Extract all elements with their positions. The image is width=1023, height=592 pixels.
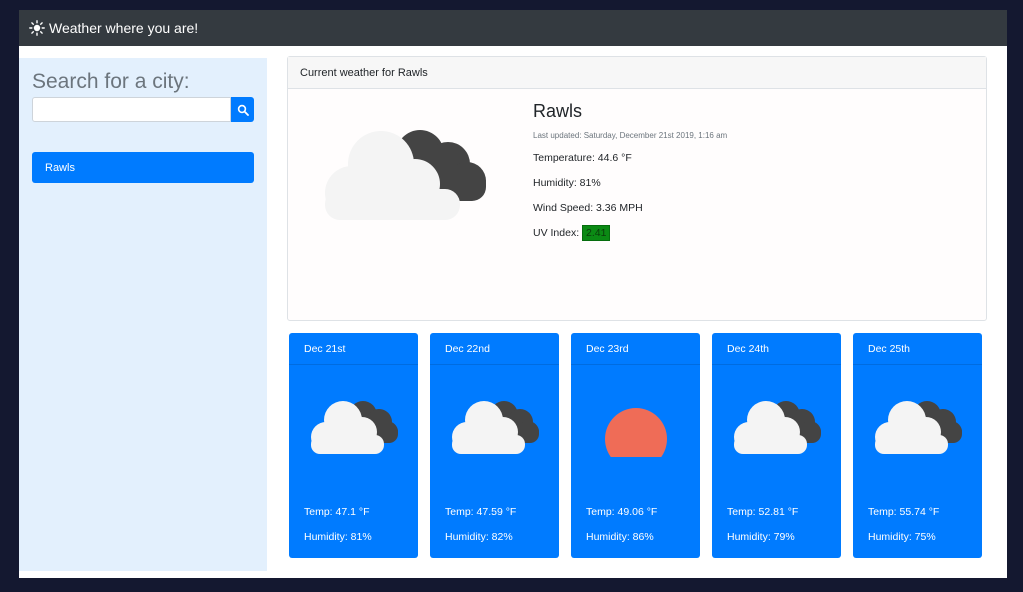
search-form	[32, 97, 254, 122]
sidebar: Search for a city: Rawls	[19, 58, 267, 571]
forecast-date: Dec 21st	[289, 333, 418, 365]
city-history-item[interactable]: Rawls	[32, 152, 254, 183]
forecast-date: Dec 23rd	[571, 333, 700, 365]
app-window: Weather where you are! Search for a city…	[19, 10, 1007, 578]
last-updated: Last updated: Saturday, December 21st 20…	[533, 131, 728, 140]
navbar-brand[interactable]: Weather where you are!	[49, 20, 198, 36]
forecast-humidity: Humidity: 79%	[727, 531, 795, 543]
cloudy-icon	[734, 401, 821, 454]
forecast-humidity: Humidity: 82%	[445, 531, 513, 543]
cloudy-icon	[452, 401, 539, 454]
cloudy-icon	[875, 401, 962, 454]
current-wind-speed: Wind Speed: 3.36 MPH	[533, 202, 643, 214]
navbar: Weather where you are!	[19, 10, 1007, 46]
forecast-temp: Temp: 49.06 °F	[586, 506, 658, 518]
forecast-card: Dec 24th Temp: 52.81 °F Humidity: 79%	[712, 333, 841, 558]
forecast-date: Dec 24th	[712, 333, 841, 365]
current-city-name: Rawls	[533, 101, 583, 121]
forecast-card: Dec 25th Temp: 55.74 °F Humidity: 75%	[853, 333, 982, 558]
forecast-humidity: Humidity: 75%	[868, 531, 936, 543]
city-history-label: Rawls	[45, 161, 75, 174]
forecast-date: Dec 25th	[853, 333, 982, 365]
city-search-input[interactable]	[32, 97, 231, 122]
current-humidity: Humidity: 81%	[533, 177, 601, 189]
current-weather-header: Current weather for Rawls	[288, 57, 986, 89]
current-temperature: Temperature: 44.6 °F	[533, 152, 632, 164]
uv-index-badge: 2.41	[582, 225, 611, 241]
forecast-temp: Temp: 52.81 °F	[727, 506, 799, 518]
search-heading: Search for a city:	[32, 70, 190, 93]
search-icon	[237, 104, 249, 116]
forecast-temp: Temp: 47.1 °F	[304, 506, 370, 518]
current-weather-card: Current weather for Rawls Rawls Last upd…	[287, 56, 987, 321]
uv-index-label: UV Index:	[533, 227, 580, 239]
cloudy-icon	[325, 130, 486, 220]
forecast-humidity: Humidity: 86%	[586, 531, 654, 543]
sun-icon	[605, 408, 667, 457]
current-weather-details: Rawls Last updated: Saturday, December 2…	[533, 101, 727, 252]
forecast-card: Dec 21st Temp: 47.1 °F Humidity: 81%	[289, 333, 418, 558]
forecast-card: Dec 23rd Temp: 49.06 °F Humidity: 86%	[571, 333, 700, 558]
search-button[interactable]	[231, 97, 254, 122]
forecast-card: Dec 22nd Temp: 47.59 °F Humidity: 82%	[430, 333, 559, 558]
cloudy-icon	[311, 401, 398, 454]
forecast-temp: Temp: 47.59 °F	[445, 506, 517, 518]
forecast-temp: Temp: 55.74 °F	[868, 506, 940, 518]
sun-icon	[29, 20, 45, 36]
forecast-date: Dec 22nd	[430, 333, 559, 365]
forecast-humidity: Humidity: 81%	[304, 531, 372, 543]
current-uv-index: UV Index: 2.41	[533, 225, 727, 252]
